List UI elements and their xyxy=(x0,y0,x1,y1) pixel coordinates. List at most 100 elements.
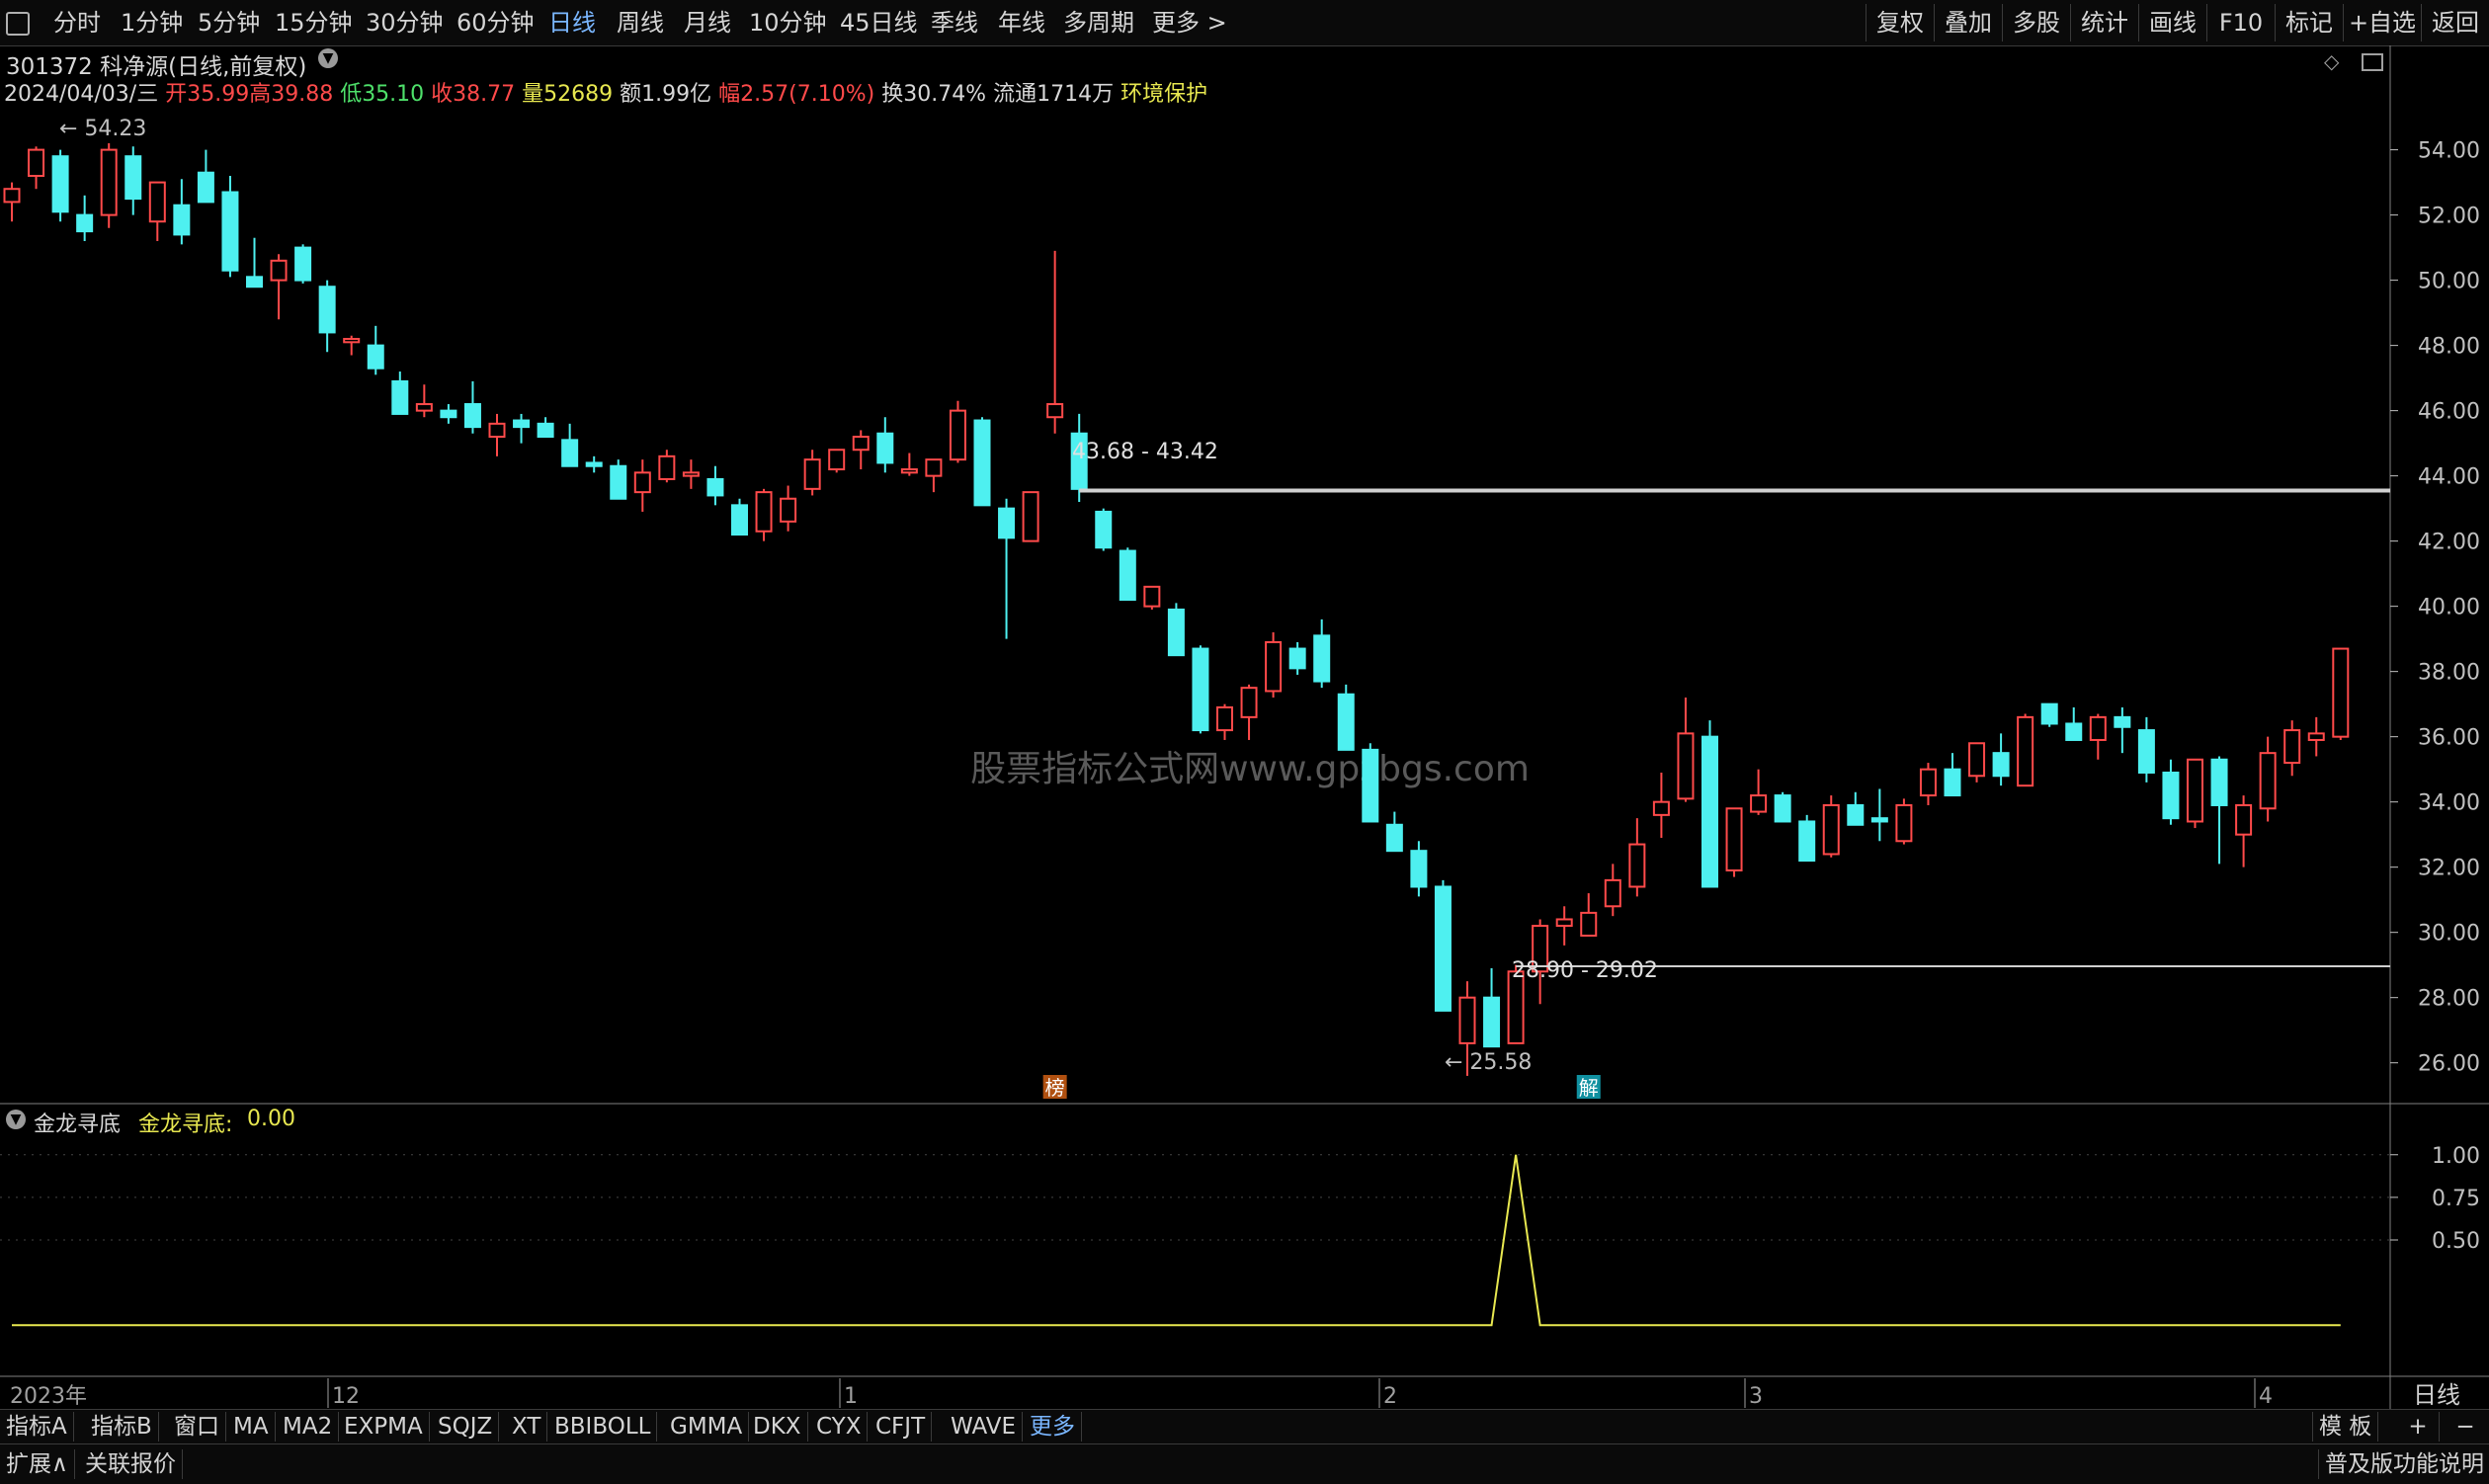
candle-body[interactable] xyxy=(610,464,627,500)
candle-body[interactable] xyxy=(2283,729,2301,765)
candle-body[interactable] xyxy=(2137,729,2155,774)
candle-body[interactable] xyxy=(1483,996,1501,1048)
candle-body[interactable] xyxy=(1362,748,1379,823)
candle-body[interactable] xyxy=(440,409,457,419)
tab-indicator-b[interactable]: 指标B xyxy=(85,1412,159,1442)
candle-body[interactable] xyxy=(561,439,579,467)
candle-body[interactable] xyxy=(2307,732,2325,741)
candle-body[interactable] xyxy=(1022,491,1039,542)
candle-body[interactable] xyxy=(1725,807,1743,871)
indicator-name[interactable]: 金龙寻底 xyxy=(34,1107,121,1138)
candle-body[interactable] xyxy=(876,432,894,464)
candle-body[interactable] xyxy=(2259,752,2277,810)
candle-body[interactable] xyxy=(1095,510,1113,549)
candle-body[interactable] xyxy=(2040,702,2058,725)
tab-ma2[interactable]: MA2 xyxy=(277,1412,340,1442)
candle-body[interactable] xyxy=(1774,794,1791,823)
candle-body[interactable] xyxy=(682,471,700,477)
related-quotes-button[interactable]: 关联报价 xyxy=(79,1449,183,1479)
industry-tag[interactable]: 环境保护 xyxy=(1120,82,1207,107)
candle-body[interactable] xyxy=(1240,687,1258,718)
tab-wave[interactable]: WAVE xyxy=(945,1412,1024,1442)
candle-body[interactable] xyxy=(1119,549,1136,602)
candle-body[interactable] xyxy=(3,188,21,204)
candle-body[interactable] xyxy=(1046,403,1064,419)
candle-body[interactable] xyxy=(1337,693,1355,751)
candle-body[interactable] xyxy=(221,191,239,272)
candle-body[interactable] xyxy=(755,491,773,533)
candle-body[interactable] xyxy=(1555,918,1573,928)
candle-body[interactable] xyxy=(2210,758,2228,806)
candle-body[interactable] xyxy=(585,461,603,467)
candle-body[interactable] xyxy=(1750,794,1768,813)
candle-body[interactable] xyxy=(1847,803,1865,826)
chart-area[interactable]: 股票指标公式网www.gpzbgs.com 54.00 52.00 50.00 48.0… xyxy=(0,0,2489,1409)
candle-body[interactable] xyxy=(2089,715,2107,741)
candle-body[interactable] xyxy=(1288,647,1306,670)
candle-body[interactable] xyxy=(1385,823,1403,853)
candle-body[interactable] xyxy=(124,155,142,201)
candle-body[interactable] xyxy=(100,148,118,216)
tab-expma[interactable]: EXPMA xyxy=(338,1412,430,1442)
candle-body[interactable] xyxy=(1265,640,1283,693)
tab-bbiboll[interactable]: BBIBOLL xyxy=(548,1412,658,1442)
tab-gmma[interactable]: GMMA xyxy=(664,1412,750,1442)
candle-body[interactable] xyxy=(780,497,797,523)
candle-body[interactable] xyxy=(973,419,991,507)
candle-body[interactable] xyxy=(1798,820,1816,863)
tab-indicator-a[interactable]: 指标A xyxy=(0,1412,74,1442)
tab-cfjt[interactable]: CFJT xyxy=(870,1412,933,1442)
tab-ma[interactable]: MA xyxy=(227,1412,276,1442)
candle-body[interactable] xyxy=(803,458,821,490)
candle-body[interactable] xyxy=(1870,817,1888,823)
zoom-in-button[interactable]: + xyxy=(2397,1412,2440,1442)
candle-body[interactable] xyxy=(1167,608,1185,657)
candle-body[interactable] xyxy=(1458,996,1476,1044)
candle-body[interactable] xyxy=(925,458,943,477)
candle-body[interactable] xyxy=(2065,722,2083,741)
candle-body[interactable] xyxy=(900,468,918,474)
candle-body[interactable] xyxy=(318,286,336,334)
template-button[interactable]: 模 板 xyxy=(2312,1412,2379,1442)
candle-body[interactable] xyxy=(2235,803,2253,836)
panel-toggle-icon[interactable] xyxy=(2362,53,2383,71)
candle-body[interactable] xyxy=(343,338,361,344)
chevron-down-icon[interactable]: ▼ xyxy=(318,48,338,68)
candle-body[interactable] xyxy=(1604,878,1621,908)
candle-body[interactable] xyxy=(1580,911,1598,937)
tab-more-indicators[interactable]: 更多 xyxy=(1024,1412,1082,1442)
candle-body[interactable] xyxy=(1313,634,1331,683)
candle-body[interactable] xyxy=(1919,768,1937,797)
candle-body[interactable] xyxy=(731,504,748,536)
candle-body[interactable] xyxy=(1628,843,1646,888)
candle-body[interactable] xyxy=(1652,800,1670,816)
candle-body[interactable] xyxy=(28,148,45,178)
candle-body[interactable] xyxy=(949,409,966,461)
candle-body[interactable] xyxy=(1216,705,1233,732)
expand-button[interactable]: 扩展∧ xyxy=(0,1449,75,1479)
candle-body[interactable] xyxy=(1143,585,1161,608)
candle-body[interactable] xyxy=(173,204,191,236)
candle-body[interactable] xyxy=(1434,885,1452,1012)
indicator-menu-icon[interactable]: ▼ xyxy=(6,1110,26,1129)
candle-body[interactable] xyxy=(1192,647,1209,732)
candle-body[interactable] xyxy=(513,419,531,429)
candle-body[interactable] xyxy=(2162,771,2180,820)
candle-body[interactable] xyxy=(706,477,724,497)
tab-cyx[interactable]: CYX xyxy=(810,1412,869,1442)
candle-body[interactable] xyxy=(148,181,166,223)
candle-body[interactable] xyxy=(391,379,409,415)
candle-body[interactable] xyxy=(537,422,554,439)
candle-body[interactable] xyxy=(415,403,433,412)
candle-body[interactable] xyxy=(828,449,846,471)
diamond-icon[interactable]: ◇ xyxy=(2324,49,2339,73)
candle-body[interactable] xyxy=(1944,768,1961,797)
candle-body[interactable] xyxy=(270,259,288,282)
candle-body[interactable] xyxy=(1701,735,1718,888)
candle-body[interactable] xyxy=(51,155,69,213)
tab-dkx[interactable]: DKX xyxy=(747,1412,808,1442)
candle-body[interactable] xyxy=(998,507,1016,539)
tab-sqjz[interactable]: SQJZ xyxy=(432,1412,500,1442)
candle-body[interactable] xyxy=(1992,752,2010,778)
candle-body[interactable] xyxy=(1410,850,1428,888)
